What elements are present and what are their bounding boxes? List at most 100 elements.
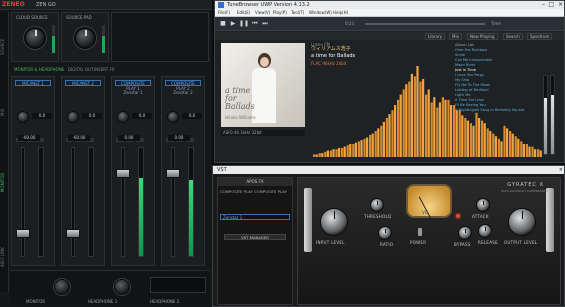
prev-icon[interactable]: ⏮ bbox=[251, 20, 259, 28]
tab-search[interactable]: Search bbox=[503, 33, 523, 40]
fader-track[interactable] bbox=[171, 147, 175, 257]
threshold-knob[interactable] bbox=[370, 198, 384, 212]
spectrum-bar bbox=[466, 120, 469, 157]
channel-name[interactable]: COMPOSITE PLAY 1 bbox=[115, 80, 151, 91]
preset-dropdown[interactable]: Zenstar 1 bbox=[220, 214, 290, 220]
brand-sublabel: HIGH ACCURACY COMPRESSOR bbox=[501, 189, 548, 193]
channel-name[interactable]: COMPOSITE PLAY 2 bbox=[165, 80, 201, 91]
spectrum-bar bbox=[520, 141, 523, 157]
spectrum-bar bbox=[374, 131, 377, 157]
gain-value[interactable]: 0.0 bbox=[132, 113, 152, 119]
release-label: RELEASE bbox=[478, 240, 498, 245]
tab-now-playing[interactable]: Now Playing bbox=[467, 33, 498, 40]
fader-handle[interactable] bbox=[116, 169, 130, 178]
track-album: a time for Ballads bbox=[311, 53, 356, 59]
channel-buttons bbox=[166, 127, 202, 142]
channel-buttons bbox=[66, 127, 102, 142]
spectrum-bar bbox=[436, 107, 439, 157]
menu-help[interactable]: Help(H) bbox=[333, 10, 348, 15]
fader-handle[interactable] bbox=[66, 229, 80, 238]
next-icon[interactable]: ⏭ bbox=[261, 20, 269, 28]
menu-edit[interactable]: Edit(E) bbox=[237, 10, 250, 15]
menu-play[interactable]: Play(P) bbox=[273, 10, 287, 15]
close-icon[interactable]: × bbox=[558, 1, 563, 8]
menu-view[interactable]: View(V) bbox=[255, 10, 270, 15]
tab-library[interactable]: Library bbox=[425, 33, 445, 40]
power-switch[interactable] bbox=[418, 228, 422, 236]
plugin-close-icon[interactable]: × bbox=[559, 167, 563, 173]
attack-knob[interactable] bbox=[476, 198, 490, 212]
level-value[interactable]: 0.00 bbox=[168, 135, 190, 141]
gain-knob[interactable] bbox=[117, 111, 129, 123]
spectrum-bar bbox=[382, 121, 385, 157]
fader-handle[interactable] bbox=[16, 229, 30, 238]
fader-handle[interactable] bbox=[166, 169, 180, 178]
side-tab-mix[interactable]: MIX bbox=[0, 92, 9, 132]
gain-knob[interactable] bbox=[17, 111, 29, 123]
level-value[interactable]: -60.00 bbox=[68, 135, 90, 141]
channel-strip: MIC/INST 1 0.0 -60.00 bbox=[11, 76, 55, 266]
tab-digital-out[interactable]: DIGITAL OUT bbox=[68, 67, 93, 72]
tab-mix[interactable]: Mix bbox=[449, 33, 462, 40]
gain-knob[interactable] bbox=[167, 111, 179, 123]
source-knob-1[interactable] bbox=[24, 27, 46, 49]
seek-bar[interactable] bbox=[365, 23, 485, 25]
output-level-knob[interactable] bbox=[508, 208, 536, 236]
pause-icon[interactable]: ❚❚ bbox=[239, 20, 249, 28]
bypass-label: BYPASS bbox=[454, 242, 471, 247]
tab-monitor-headphone[interactable]: MONITOR & HEADPHONE bbox=[14, 67, 64, 72]
menu-file[interactable]: File(F) bbox=[218, 10, 230, 15]
spectrum-bar bbox=[422, 79, 425, 157]
maximize-icon[interactable]: □ bbox=[548, 1, 554, 8]
headphone-knob[interactable] bbox=[114, 279, 130, 295]
spectrum-bar bbox=[363, 138, 366, 157]
spectrum-bar bbox=[500, 141, 503, 157]
fader-track[interactable] bbox=[71, 147, 75, 257]
release-knob[interactable] bbox=[478, 224, 492, 238]
channel-buttons bbox=[116, 127, 152, 142]
spectrum-bar bbox=[531, 146, 534, 157]
channel-name[interactable]: MIC/INST 1 bbox=[15, 80, 51, 86]
spectrum-bar bbox=[405, 84, 408, 157]
channel-strip: COMPOSITE PLAY 1 Zenstar 1 0.0 0.00 bbox=[111, 76, 155, 266]
gain-knob[interactable] bbox=[67, 111, 79, 123]
input-level-knob[interactable] bbox=[320, 208, 348, 236]
spectrum-bar bbox=[394, 105, 397, 157]
play-icon[interactable]: ▶ bbox=[229, 20, 237, 28]
menu-window[interactable]: Window(W) bbox=[309, 10, 332, 15]
preset-panel: APOS FX COMPOSITE PLAYCOMPOSITE PLAY Zen… bbox=[217, 177, 293, 305]
spectrum-bar bbox=[419, 81, 422, 157]
spectrum-bar bbox=[494, 136, 497, 157]
gain-value[interactable]: 0.0 bbox=[182, 113, 202, 119]
spectrum-bar bbox=[509, 131, 512, 157]
side-tab-source[interactable]: SOURCE bbox=[0, 22, 9, 72]
rack-handle-left bbox=[304, 188, 312, 252]
spectrum-bar bbox=[341, 147, 344, 157]
menu-tool[interactable]: Tool(T) bbox=[291, 10, 304, 15]
monitor-knob[interactable] bbox=[54, 279, 70, 295]
ratio-knob[interactable] bbox=[378, 226, 392, 240]
side-tab-monitor[interactable]: MONITOR bbox=[0, 152, 9, 212]
vst-manager-button[interactable]: VST MANAGER bbox=[224, 234, 286, 240]
gain-value[interactable]: 0.0 bbox=[32, 113, 52, 119]
source-knob-2[interactable] bbox=[74, 27, 96, 49]
volume-meter-right bbox=[550, 75, 555, 155]
bypass-knob[interactable] bbox=[458, 226, 472, 240]
tab-spectrum[interactable]: Spectrum bbox=[527, 33, 553, 40]
stop-icon[interactable]: ■ bbox=[219, 20, 227, 28]
spectrum-bar bbox=[352, 144, 355, 157]
spectrum-bar bbox=[416, 66, 419, 157]
side-tab-asio-link[interactable]: ASIO LINK bbox=[0, 232, 9, 282]
track-artist: ウィリアムス浩子 bbox=[311, 46, 351, 52]
level-value[interactable]: -60.00 bbox=[18, 135, 40, 141]
level-value[interactable]: 0.00 bbox=[118, 135, 140, 141]
playlist-item[interactable]: A Nightingale Sang in Berkeley Square bbox=[455, 108, 541, 113]
fader-track[interactable] bbox=[21, 147, 25, 257]
fader-track[interactable] bbox=[121, 147, 125, 257]
minimize-icon[interactable]: – bbox=[542, 1, 545, 8]
spectrum-bar bbox=[506, 128, 509, 157]
spectrum-bar bbox=[528, 146, 531, 157]
tab-insert-fx[interactable]: INSERT FX bbox=[94, 67, 114, 72]
gain-value[interactable]: 0.0 bbox=[82, 113, 102, 119]
channel-name[interactable]: MIC/INST 2 bbox=[65, 80, 101, 86]
